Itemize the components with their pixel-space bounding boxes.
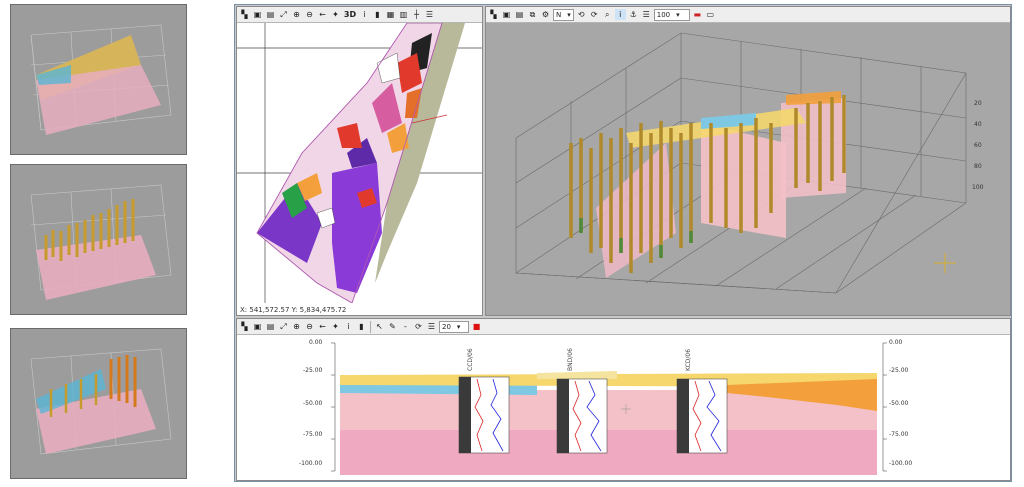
zoom-in-icon[interactable]: ⊕ — [291, 9, 302, 20]
3d-button[interactable]: 3D — [343, 9, 357, 20]
thumbnail-3d-boreholes[interactable] — [10, 164, 187, 315]
legend-icon[interactable]: ☰ — [424, 9, 435, 20]
save-icon[interactable]: ▣ — [501, 9, 512, 20]
surface-model-image — [11, 5, 186, 154]
geological-map[interactable] — [237, 23, 483, 303]
save-icon[interactable]: ▣ — [252, 321, 263, 332]
cross-section-canvas[interactable] — [237, 335, 1011, 481]
window-icon[interactable]: ▭ — [705, 9, 716, 20]
3d-view-pane[interactable]: ▚ ▣ ▤ ⧉ ⚙ N ▾ ⟲ ⟳ ⌕ i ⚓ ☰ 100 ▾ ▬ ▭ 20 4… — [485, 6, 1011, 316]
axis-depth-20: 20 — [974, 100, 982, 107]
back-icon[interactable]: ← — [317, 9, 328, 20]
thumbnail-3d-surface[interactable] — [10, 4, 187, 155]
well-log-3[interactable] — [676, 378, 728, 454]
search-icon[interactable]: ⌕ — [602, 9, 613, 20]
geo-modeling-app-window: ▚ ▣ ▤ ⤢ ⊕ ⊖ ← ✦ 3D i ▮ ▦ ▥ ┼ ☰ X: 541,57… — [234, 4, 1012, 482]
map-toolbar: ▚ ▣ ▤ ⤢ ⊕ ⊖ ← ✦ 3D i ▮ ▦ ▥ ┼ ☰ — [237, 7, 482, 23]
refresh-icon[interactable]: ⟳ — [413, 321, 424, 332]
crosshair-icon[interactable]: ┼ — [411, 9, 422, 20]
map-view-pane[interactable]: ▚ ▣ ▤ ⤢ ⊕ ⊖ ← ✦ 3D i ▮ ▦ ▥ ┼ ☰ X: 541,57… — [236, 6, 483, 316]
wand-icon[interactable]: ✦ — [330, 321, 341, 332]
back-icon[interactable]: ← — [317, 321, 328, 332]
column-icon[interactable]: ▮ — [356, 321, 367, 332]
rotate-left-icon[interactable]: ⟲ — [576, 9, 587, 20]
anchor-icon[interactable]: ⚓ — [628, 9, 639, 20]
well-log-2[interactable] — [556, 378, 608, 454]
print-icon[interactable]: ▤ — [514, 9, 525, 20]
axis-depth-80: 80 — [974, 163, 982, 170]
rotate-right-icon[interactable]: ⟳ — [589, 9, 600, 20]
axis-depth-100: 100 — [972, 184, 984, 191]
chevron-down-icon: ▾ — [456, 322, 461, 331]
print-icon[interactable]: ▤ — [265, 321, 276, 332]
compass-icon[interactable] — [934, 253, 956, 273]
info-icon[interactable]: i — [359, 9, 370, 20]
info-icon[interactable]: i — [614, 9, 626, 20]
column-icon[interactable]: ▮ — [372, 9, 383, 20]
fit-icon[interactable]: ⤢ — [278, 9, 289, 20]
axis-depth-40: 40 — [974, 121, 982, 128]
wand-icon[interactable]: ✦ — [330, 9, 341, 20]
legend-icon[interactable]: ☰ — [641, 9, 652, 20]
minus-icon[interactable]: - — [400, 321, 411, 332]
map-tool-icon[interactable]: ▚ — [239, 9, 250, 20]
scale-select[interactable]: 20 ▾ — [439, 320, 469, 333]
axis-depth-60: 60 — [974, 142, 982, 149]
chevron-down-icon: ▾ — [676, 10, 680, 19]
chevron-down-icon: ▾ — [567, 10, 571, 19]
print-icon[interactable]: ▤ — [265, 9, 276, 20]
section-model-image — [11, 329, 186, 478]
layer-icon[interactable]: ▦ — [385, 9, 396, 20]
pointer-icon[interactable]: ↖ — [374, 321, 385, 332]
info-icon[interactable]: i — [343, 321, 354, 332]
well-log-1[interactable] — [458, 376, 510, 454]
draw-icon[interactable]: ▥ — [398, 9, 409, 20]
copy-icon[interactable]: ⧉ — [527, 9, 538, 20]
thumbnail-3d-sections[interactable] — [10, 328, 187, 479]
render-icon[interactable]: ▚ — [488, 9, 499, 20]
zoom-select[interactable]: 100 ▾ — [653, 8, 690, 21]
edit-icon[interactable]: ✎ — [387, 321, 398, 332]
cross-section-pane[interactable]: ▚ ▣ ▤ ⤢ ⊕ ⊖ ← ✦ i ▮ ↖ ✎ - ⟳ ☰ 20 ▾ ■ 0.00… — [236, 318, 1011, 481]
fit-icon[interactable]: ⤢ — [278, 321, 289, 332]
3d-model-canvas[interactable]: 20 40 60 80 100 — [486, 23, 1011, 315]
save-icon[interactable]: ▣ — [252, 9, 263, 20]
color-bar-icon[interactable]: ▬ — [692, 9, 703, 20]
render-icon[interactable]: ▚ — [239, 321, 250, 332]
zoom-out-icon[interactable]: ⊖ — [304, 9, 315, 20]
zoom-out-icon[interactable]: ⊖ — [304, 321, 315, 332]
section-toolbar: ▚ ▣ ▤ ⤢ ⊕ ⊖ ← ✦ i ▮ ↖ ✎ - ⟳ ☰ 20 ▾ ■ — [237, 319, 1010, 335]
coordinate-readout: X: 541,572.57 Y: 5,834,475.72 — [240, 306, 347, 314]
orientation-select[interactable]: N ▾ — [553, 8, 574, 21]
legend-icon[interactable]: ☰ — [426, 321, 437, 332]
settings-icon[interactable]: ⚙ — [540, 9, 551, 20]
zoom-in-icon[interactable]: ⊕ — [291, 321, 302, 332]
borehole-model-image — [11, 165, 186, 314]
toolbar-divider — [370, 320, 371, 333]
3d-toolbar: ▚ ▣ ▤ ⧉ ⚙ N ▾ ⟲ ⟳ ⌕ i ⚓ ☰ 100 ▾ ▬ ▭ — [486, 7, 1010, 23]
stop-icon[interactable]: ■ — [471, 321, 482, 332]
